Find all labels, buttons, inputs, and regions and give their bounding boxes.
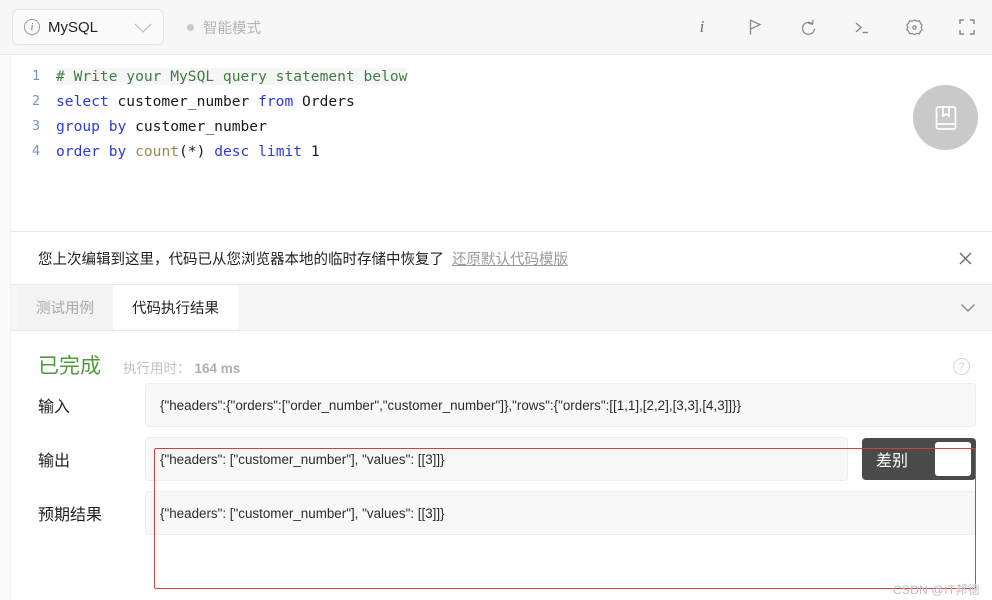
restore-notice-bar: 您上次编辑到这里，代码已从您浏览器本地的临时存储中恢复了 还原默认代码模版 <box>0 231 992 284</box>
code-token: (*) <box>179 143 215 160</box>
fullscreen-icon[interactable] <box>956 16 978 38</box>
code-line: 1 # Write your MySQL query statement belo… <box>0 64 992 89</box>
expected-row: 预期结果 {"headers": ["customer_number"], "v… <box>0 491 976 535</box>
runtime-label: 执行用时： <box>123 361 191 376</box>
code-text: group by customer_number <box>56 118 267 135</box>
info-icon[interactable]: i <box>691 16 713 38</box>
console-icon[interactable] <box>850 16 872 38</box>
code-token: select <box>56 93 109 110</box>
code-line: 4 order by count(*) desc limit 1 <box>0 139 992 164</box>
status-badge: 已完成 <box>38 355 101 378</box>
code-text: select customer_number from Orders <box>56 93 355 110</box>
watermark: CSDN @IT邦德 <box>892 583 980 597</box>
execution-result-panel: 已完成 执行用时： 164 ms ? 输入 {"headers":{"order… <box>0 331 992 600</box>
code-token: group by <box>56 118 127 135</box>
language-label: MySQL <box>48 18 99 36</box>
input-row: 输入 {"headers":{"orders":["order_number",… <box>0 383 976 427</box>
output-row: 输出 {"headers": ["customer_number"], "val… <box>0 437 976 481</box>
code-token: # Write your MySQL query statement below <box>56 68 408 85</box>
output-label: 输出 <box>38 453 71 470</box>
reset-icon[interactable] <box>797 16 819 38</box>
notebook-icon[interactable] <box>913 85 978 150</box>
close-icon[interactable] <box>954 247 976 269</box>
code-lines[interactable]: 1 # Write your MySQL query statement belo… <box>0 64 992 164</box>
code-editor-app: i MySQL 智能模式 i 1 # Write your MySQL quer… <box>0 0 992 600</box>
diff-toggle-label: 差别 <box>876 453 909 470</box>
top-toolbar: i MySQL 智能模式 i <box>0 0 992 55</box>
expected-value: {"headers": ["customer_number"], "values… <box>145 491 976 535</box>
flag-icon[interactable] <box>744 16 766 38</box>
expected-label: 预期结果 <box>38 507 103 524</box>
language-selector[interactable]: i MySQL <box>12 9 164 45</box>
smart-mode-indicator[interactable]: 智能模式 <box>187 17 261 38</box>
code-token: from <box>258 93 294 110</box>
code-token: 1 <box>302 143 320 160</box>
question-circle-icon[interactable]: ? <box>953 358 970 375</box>
notice-message: 您上次编辑到这里，代码已从您浏览器本地的临时存储中恢复了 <box>38 251 444 268</box>
toolbar-actions: i <box>691 16 978 38</box>
tab-execution-result[interactable]: 代码执行结果 <box>113 285 238 330</box>
left-rail <box>0 55 11 600</box>
code-editor[interactable]: 1 # Write your MySQL query statement belo… <box>0 55 992 231</box>
diff-toggle-knob[interactable] <box>935 442 971 476</box>
info-circle-icon: i <box>24 19 40 35</box>
code-token: order by <box>56 143 127 160</box>
chevron-down-icon <box>134 15 152 33</box>
chevron-down-icon[interactable] <box>944 285 992 330</box>
code-token: customer_number <box>108 93 259 110</box>
code-token: desc limit <box>214 143 303 160</box>
code-text: # Write your MySQL query statement below <box>56 68 408 85</box>
runtime-value: 164 ms <box>194 361 241 376</box>
tabbar-spacer <box>238 285 944 330</box>
status-dot-icon <box>187 23 194 31</box>
code-line: 3 group by customer_number <box>0 114 992 139</box>
tab-testcases[interactable]: 测试用例 <box>17 285 113 330</box>
result-tabbar: 测试用例 代码执行结果 <box>0 284 992 331</box>
smart-mode-label: 智能模式 <box>203 20 261 37</box>
settings-icon[interactable] <box>903 16 925 38</box>
diff-toggle[interactable]: 差别 <box>862 438 976 480</box>
restore-default-template-link[interactable]: 还原默认代码模版 <box>452 248 568 269</box>
code-line: 2 select customer_number from Orders <box>0 89 992 114</box>
code-text: order by count(*) desc limit 1 <box>56 143 320 160</box>
code-token: Orders <box>293 93 355 110</box>
result-header: 已完成 执行用时： 164 ms ? <box>0 331 976 383</box>
output-value: {"headers": ["customer_number"], "values… <box>145 437 848 481</box>
code-token: customer_number <box>126 118 267 135</box>
code-token: count <box>135 143 180 160</box>
input-label: 输入 <box>38 399 71 416</box>
input-value: {"headers":{"orders":["order_number","cu… <box>145 383 976 427</box>
